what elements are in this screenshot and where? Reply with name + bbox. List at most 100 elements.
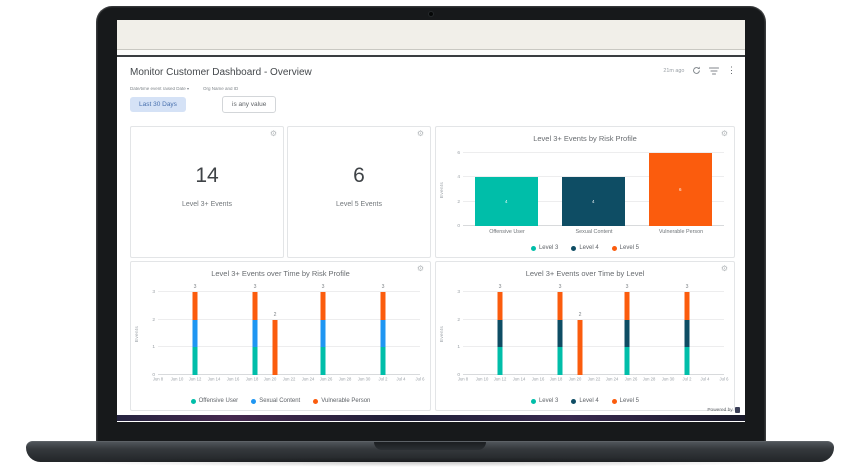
bar-vulnerable-person[interactable]: 6 <box>649 153 712 226</box>
category-label-sexual-content: Sexual Content <box>575 229 612 235</box>
stack-segment-level-3[interactable] <box>497 347 503 375</box>
x-tick-label: Jun 26 <box>320 377 333 383</box>
bar-sexual-content[interactable]: 4 <box>562 177 625 226</box>
y-tick-label: 0 <box>152 372 155 378</box>
x-tick-label: Jun 8 <box>457 377 469 383</box>
x-tick-label: Jul 6 <box>415 377 425 383</box>
stack-segment-level-4[interactable] <box>684 319 690 348</box>
y-tick-label: 0 <box>457 223 460 229</box>
legend-item-vulnerable-person[interactable]: Vulnerable Person <box>313 398 370 404</box>
y-tick-label: 3 <box>152 289 155 295</box>
bar-total-label: 3 <box>686 284 689 290</box>
bar-total-label: 2 <box>273 312 277 318</box>
x-tick-label: Jun 26 <box>624 377 638 383</box>
x-tick-label: Jun 24 <box>301 377 315 383</box>
x-tick-label: Jun 24 <box>605 377 619 383</box>
stack-segment-sexual-content[interactable] <box>192 319 198 348</box>
y-tick-label: 2 <box>152 317 155 323</box>
bar-total-label: 3 <box>498 284 501 290</box>
bar-total-label: 2 <box>578 312 582 318</box>
stack-segment-level-4[interactable] <box>624 319 630 348</box>
bottom-gradient-strip <box>117 415 745 421</box>
gear-icon[interactable]: ⚙ <box>721 265 728 273</box>
refresh-icon[interactable] <box>692 66 701 75</box>
chart-x-axis: Jun 8 Jun 10 Jun 12 Jun 14 Jun 16 Jun 18 Jun 2… <box>153 376 425 385</box>
filter-chip-is-any-value[interactable]: is any value <box>222 96 277 113</box>
bar-total-label: 3 <box>626 284 629 290</box>
stack-segment-vulnerable-person[interactable] <box>320 292 326 320</box>
bar-value-label: 4 <box>505 199 508 204</box>
x-tick-label: Jun 28 <box>643 377 656 383</box>
stack-segment-level-4[interactable] <box>557 319 563 348</box>
stack-segment-vulnerable-person[interactable] <box>380 292 386 320</box>
gear-icon[interactable]: ⚙ <box>270 130 277 138</box>
stack-segment-level-3[interactable] <box>624 347 630 375</box>
legend-item-level-3[interactable]: Level 3 <box>530 245 558 251</box>
bar-total-label: 3 <box>381 284 385 290</box>
stack-segment-sexual-content[interactable] <box>380 319 386 348</box>
stack-segment-level-5[interactable] <box>624 292 630 320</box>
x-tick-label: Jun 22 <box>282 377 296 383</box>
filter-label: Org Name and ID <box>203 87 239 92</box>
laptop-screen-bezel: Monitor Customer Dashboard - Overview 21… <box>96 6 766 443</box>
x-tick-label: Jun 12 <box>493 377 507 383</box>
legend-label: Vulnerable Person <box>321 398 371 404</box>
gear-icon[interactable]: ⚙ <box>417 130 424 138</box>
legend-item-level-4[interactable]: Level 4 <box>571 245 599 251</box>
stack-segment-vulnerable-person[interactable] <box>272 319 278 375</box>
bar-value-label: 4 <box>592 199 595 204</box>
kpi-label: Level 5 Events <box>336 201 382 209</box>
legend-item-offensive-user[interactable]: Offensive User <box>190 398 239 404</box>
gear-icon[interactable]: ⚙ <box>417 265 424 273</box>
x-tick-label: Jul 2 <box>378 377 388 383</box>
chart-card-events-over-time-by-risk-profile: Level 3+ Events over Time by Risk Profil… <box>130 261 431 411</box>
stack-segment-offensive-user[interactable] <box>192 347 198 375</box>
kpi-value: 14 <box>195 164 219 188</box>
stack-segment-offensive-user[interactable] <box>252 347 258 375</box>
legend-item-level-5[interactable]: Level 5 <box>611 245 639 251</box>
stack-segment-offensive-user[interactable] <box>380 347 386 375</box>
bar-total-label: 3 <box>321 284 325 290</box>
stack-segment-level-3[interactable] <box>684 347 690 375</box>
stack-segment-offensive-user[interactable] <box>320 347 326 375</box>
stack-segment-sexual-content[interactable] <box>252 319 258 348</box>
stack-segment-level-5[interactable] <box>684 292 690 320</box>
y-axis-label: Events <box>134 325 140 342</box>
dashboard-controls: 21m ago ⋮ <box>661 66 736 75</box>
legend-item-sexual-content[interactable]: Sexual Content <box>251 398 300 404</box>
caret-icon: ▾ <box>187 87 189 92</box>
filter-icon[interactable] <box>709 66 719 75</box>
stack-segment-vulnerable-person[interactable] <box>252 292 258 320</box>
x-tick-label: Jun 22 <box>587 377 600 383</box>
legend-dot <box>571 245 577 251</box>
legend-item-level-5[interactable]: Level 5 <box>611 398 639 404</box>
stack-segment-level-5[interactable] <box>497 292 503 320</box>
legend-dot <box>611 398 617 404</box>
stack-segment-level-4[interactable] <box>497 319 503 348</box>
legend-dot <box>251 398 257 404</box>
legend-item-level-4[interactable]: Level 4 <box>571 398 599 404</box>
x-tick-label: Jul 6 <box>719 377 729 383</box>
y-tick-label: 0 <box>457 372 460 378</box>
bar-total-label: 3 <box>254 284 257 290</box>
stack-segment-level-5[interactable] <box>577 319 583 375</box>
gear-icon[interactable]: ⚙ <box>721 130 728 138</box>
legend-item-level-3[interactable]: Level 3 <box>530 398 558 404</box>
more-menu-icon[interactable]: ⋮ <box>727 66 736 75</box>
legend-label: Level 4 <box>579 245 599 251</box>
legend-dot <box>313 398 319 404</box>
legend-dot <box>611 245 617 251</box>
x-tick-label: Jul 2 <box>682 377 692 383</box>
chart-x-axis: Offensive User Sexual Content Vulnerable P… <box>463 228 724 237</box>
stack-segment-level-3[interactable] <box>557 347 563 375</box>
chart-legend: Level 3 Level 4 Level 5 <box>436 245 734 251</box>
bar-offensive-user[interactable]: 4 <box>475 177 538 226</box>
y-tick-label: 3 <box>457 289 460 295</box>
x-tick-label: Jun 20 <box>568 377 582 383</box>
stack-segment-vulnerable-person[interactable] <box>192 292 198 320</box>
legend-label: Offensive User <box>198 398 239 404</box>
y-tick-label: 6 <box>457 150 460 156</box>
stack-segment-level-5[interactable] <box>557 292 563 320</box>
filter-chip-last-30-days[interactable]: Last 30 Days <box>130 97 186 112</box>
stack-segment-sexual-content[interactable] <box>320 319 326 348</box>
